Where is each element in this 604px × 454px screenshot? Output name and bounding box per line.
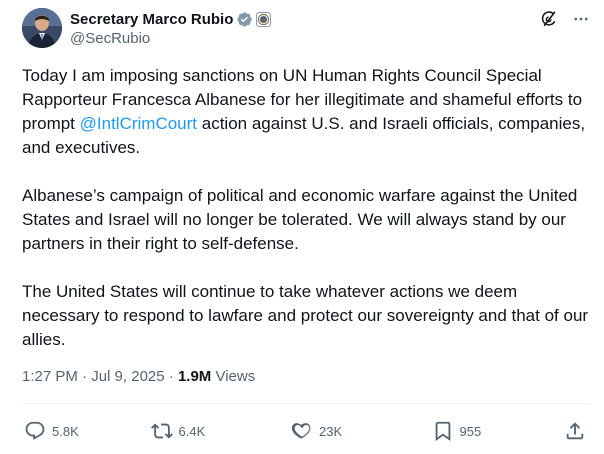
avatar-image [22, 8, 62, 48]
views-count[interactable]: 1.9M [178, 368, 211, 385]
reply-icon [25, 421, 45, 440]
avatar[interactable] [22, 8, 62, 48]
grok-icon[interactable] [540, 10, 558, 28]
like-count: 23K [319, 423, 343, 439]
action-bar: 5.8K 6.4K 23K 955 [24, 418, 586, 444]
meta-separator: · [82, 368, 92, 385]
author-handle[interactable]: @SecRubio [70, 30, 271, 47]
bookmark-button[interactable]: 955 [432, 420, 558, 442]
mention-link[interactable]: @IntlCrimCourt [80, 114, 197, 133]
tweet: Secretary Marco Rubio @SecRubio Today I … [0, 0, 604, 454]
tweet-paragraph-2: Albanese’s campaign of political and eco… [22, 186, 583, 253]
reply-count: 5.8K [52, 423, 79, 439]
name-row: Secretary Marco Rubio [70, 9, 272, 29]
reply-button[interactable]: 5.8K [24, 420, 144, 442]
header-actions [540, 10, 590, 28]
state-department-seal-icon[interactable] [256, 11, 272, 27]
repost-count: 6.4K [178, 423, 206, 439]
tweet-paragraph-1: Today I am imposing sanctions on UN Huma… [22, 64, 592, 160]
repost-icon [150, 423, 173, 439]
timestamp-date[interactable]: Jul 9, 2025 [91, 368, 164, 385]
bookmark-count: 955 [459, 423, 482, 439]
meta-separator: · [168, 368, 178, 385]
like-button[interactable]: 23K [291, 420, 425, 442]
author-block: Secretary Marco Rubio @SecRubio [70, 9, 272, 47]
tweet-header: Secretary Marco Rubio @SecRubio [22, 6, 590, 50]
timestamp-time[interactable]: 1:27 PM [22, 368, 78, 385]
repost-button[interactable]: 6.4K [150, 420, 285, 442]
tweet-text: Today I am imposing sanctions on UN Huma… [22, 64, 592, 352]
views-label: Views [215, 368, 256, 385]
share-icon [566, 422, 584, 440]
bookmark-icon [435, 421, 450, 442]
more-icon[interactable] [572, 10, 590, 28]
heart-icon [291, 423, 311, 439]
tweet-meta: 1:27 PM · Jul 9, 2025 · 1.9M Views [22, 368, 255, 385]
tweet-paragraph-3: The United States will continue to take … [22, 282, 593, 349]
display-name[interactable]: Secretary Marco Rubio [70, 11, 233, 28]
share-button[interactable] [564, 420, 586, 442]
divider [22, 403, 590, 404]
verified-badge-icon[interactable] [236, 11, 253, 28]
